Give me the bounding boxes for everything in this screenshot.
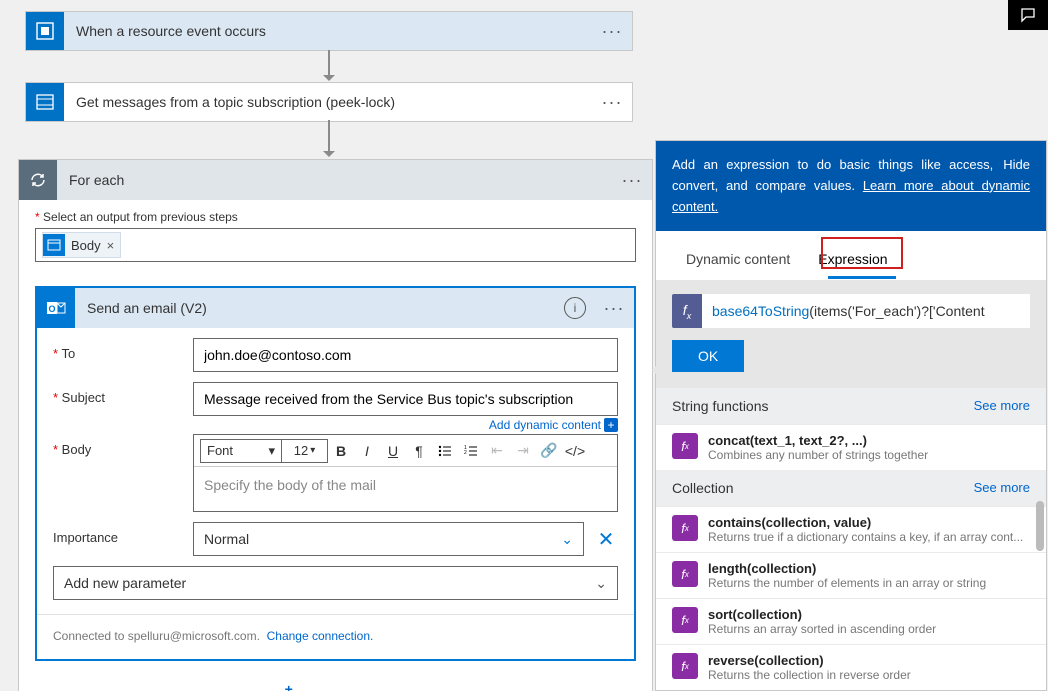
- panel-header: Hide Add an expression to do basic thing…: [656, 141, 1046, 231]
- importance-select[interactable]: Normal ⌄: [193, 522, 584, 556]
- callout-pointer: [642, 360, 662, 380]
- change-connection-link[interactable]: Change connection.: [267, 629, 374, 643]
- importance-value: Normal: [204, 531, 249, 547]
- link-button[interactable]: 🔗: [536, 439, 562, 463]
- event-grid-icon: [26, 12, 64, 50]
- function-item[interactable]: fx sort(collection)Returns an array sort…: [656, 598, 1046, 644]
- number-list-button[interactable]: 12: [458, 439, 484, 463]
- bold-button[interactable]: B: [328, 439, 354, 463]
- font-size-select[interactable]: 12▾: [282, 439, 328, 463]
- feedback-tab[interactable]: [1008, 0, 1048, 30]
- see-more-link[interactable]: See more: [974, 480, 1030, 496]
- scrollbar-thumb[interactable]: [1036, 501, 1044, 551]
- importance-label: Importance: [53, 522, 193, 545]
- function-item[interactable]: fx length(collection)Returns the number …: [656, 552, 1046, 598]
- connector-arrow: [328, 50, 330, 80]
- outlook-icon: O: [37, 288, 75, 328]
- underline-button[interactable]: U: [380, 439, 406, 463]
- add-parameter-select[interactable]: Add new parameter ⌄: [53, 566, 618, 600]
- see-more-link[interactable]: See more: [974, 398, 1030, 414]
- clear-importance-button[interactable]: ✕: [594, 527, 618, 552]
- trigger-step[interactable]: When a resource event occurs ···: [25, 11, 633, 51]
- add-parameter-label: Add new parameter: [64, 575, 186, 591]
- remove-token-icon[interactable]: ×: [107, 238, 115, 253]
- fx-icon: fx: [672, 561, 698, 587]
- foreach-menu[interactable]: ···: [612, 170, 652, 191]
- code-view-button[interactable]: </>: [562, 439, 588, 463]
- connector-arrow: [328, 120, 330, 156]
- group-header-string: String functions See more: [656, 388, 1046, 424]
- indent-button[interactable]: ⇥: [510, 439, 536, 463]
- expression-panel: Hide Add an expression to do basic thing…: [655, 140, 1047, 691]
- send-email-header[interactable]: O Send an email (V2) i ···: [37, 288, 634, 328]
- hide-link[interactable]: Hide: [1003, 155, 1030, 176]
- foreach-container: For each ··· * Select an output from pre…: [18, 159, 653, 691]
- servicebus-title: Get messages from a topic subscription (…: [64, 94, 592, 110]
- fx-icon: fx: [672, 515, 698, 541]
- body-token-label: Body: [71, 238, 101, 253]
- bullet-list-button[interactable]: [432, 439, 458, 463]
- send-email-card: O Send an email (V2) i ··· * To * Subjec…: [35, 286, 636, 661]
- servicebus-menu[interactable]: ···: [592, 92, 632, 113]
- ok-button[interactable]: OK: [672, 340, 744, 372]
- highlight-box: [821, 237, 903, 269]
- body-token[interactable]: Body ×: [42, 232, 121, 258]
- tab-underline: [828, 276, 896, 279]
- expression-fn: base64ToString: [712, 303, 809, 319]
- paragraph-button[interactable]: ¶: [406, 439, 432, 463]
- service-bus-icon: [26, 83, 64, 121]
- tab-dynamic-content[interactable]: Dynamic content: [672, 245, 804, 277]
- body-toolbar: Font▾ 12▾ B I U ¶: [194, 435, 617, 467]
- fx-icon: fx: [672, 433, 698, 459]
- servicebus-step[interactable]: Get messages from a topic subscription (…: [25, 82, 633, 122]
- trigger-title: When a resource event occurs: [64, 23, 592, 39]
- subject-input[interactable]: [193, 382, 618, 416]
- italic-button[interactable]: I: [354, 439, 380, 463]
- fx-icon: fx: [672, 607, 698, 633]
- divider: [37, 614, 634, 615]
- group-header-collection: Collection See more: [656, 470, 1046, 506]
- svg-text:2: 2: [464, 450, 467, 456]
- to-input[interactable]: [193, 338, 618, 372]
- foreach-header[interactable]: For each ···: [19, 160, 652, 200]
- loop-icon: [19, 160, 57, 200]
- expression-rest: (items('For_each')?['Content: [809, 303, 984, 319]
- send-email-title: Send an email (V2): [75, 300, 564, 316]
- body-label: * Body: [53, 434, 193, 457]
- expression-input[interactable]: base64ToString(items('For_each')?['Conte…: [702, 294, 1030, 328]
- function-item[interactable]: fx reverse(collection)Returns the collec…: [656, 644, 1046, 690]
- subject-label: * Subject: [53, 382, 193, 405]
- svg-text:O: O: [48, 304, 55, 314]
- function-item[interactable]: fx contains(collection, value)Returns tr…: [656, 506, 1046, 552]
- chevron-down-icon: ⌄: [595, 575, 607, 592]
- outdent-button[interactable]: ⇤: [484, 439, 510, 463]
- foreach-output-label: * Select an output from previous steps: [35, 210, 636, 224]
- fx-icon: fx: [672, 653, 698, 679]
- connection-note: Connected to spelluru@microsoft.com. Cha…: [53, 629, 618, 643]
- body-editor[interactable]: Font▾ 12▾ B I U ¶: [193, 434, 618, 512]
- add-dynamic-content-link[interactable]: Add dynamic content+: [193, 418, 618, 432]
- trigger-menu[interactable]: ···: [592, 21, 632, 42]
- body-placeholder[interactable]: Specify the body of the mail: [194, 467, 617, 511]
- foreach-title: For each: [57, 172, 612, 188]
- font-family-select[interactable]: Font▾: [200, 439, 282, 463]
- foreach-output-field[interactable]: Body ×: [35, 228, 636, 262]
- fx-icon: fx: [672, 294, 702, 328]
- functions-list: String functions See more fx concat(text…: [656, 388, 1046, 690]
- chevron-down-icon: ⌄: [561, 531, 573, 548]
- send-email-menu[interactable]: ···: [594, 298, 634, 319]
- function-item[interactable]: fx concat(text_1, text_2?, ...) Combines…: [656, 424, 1046, 470]
- info-icon[interactable]: i: [564, 297, 586, 319]
- to-label: * To: [53, 338, 193, 361]
